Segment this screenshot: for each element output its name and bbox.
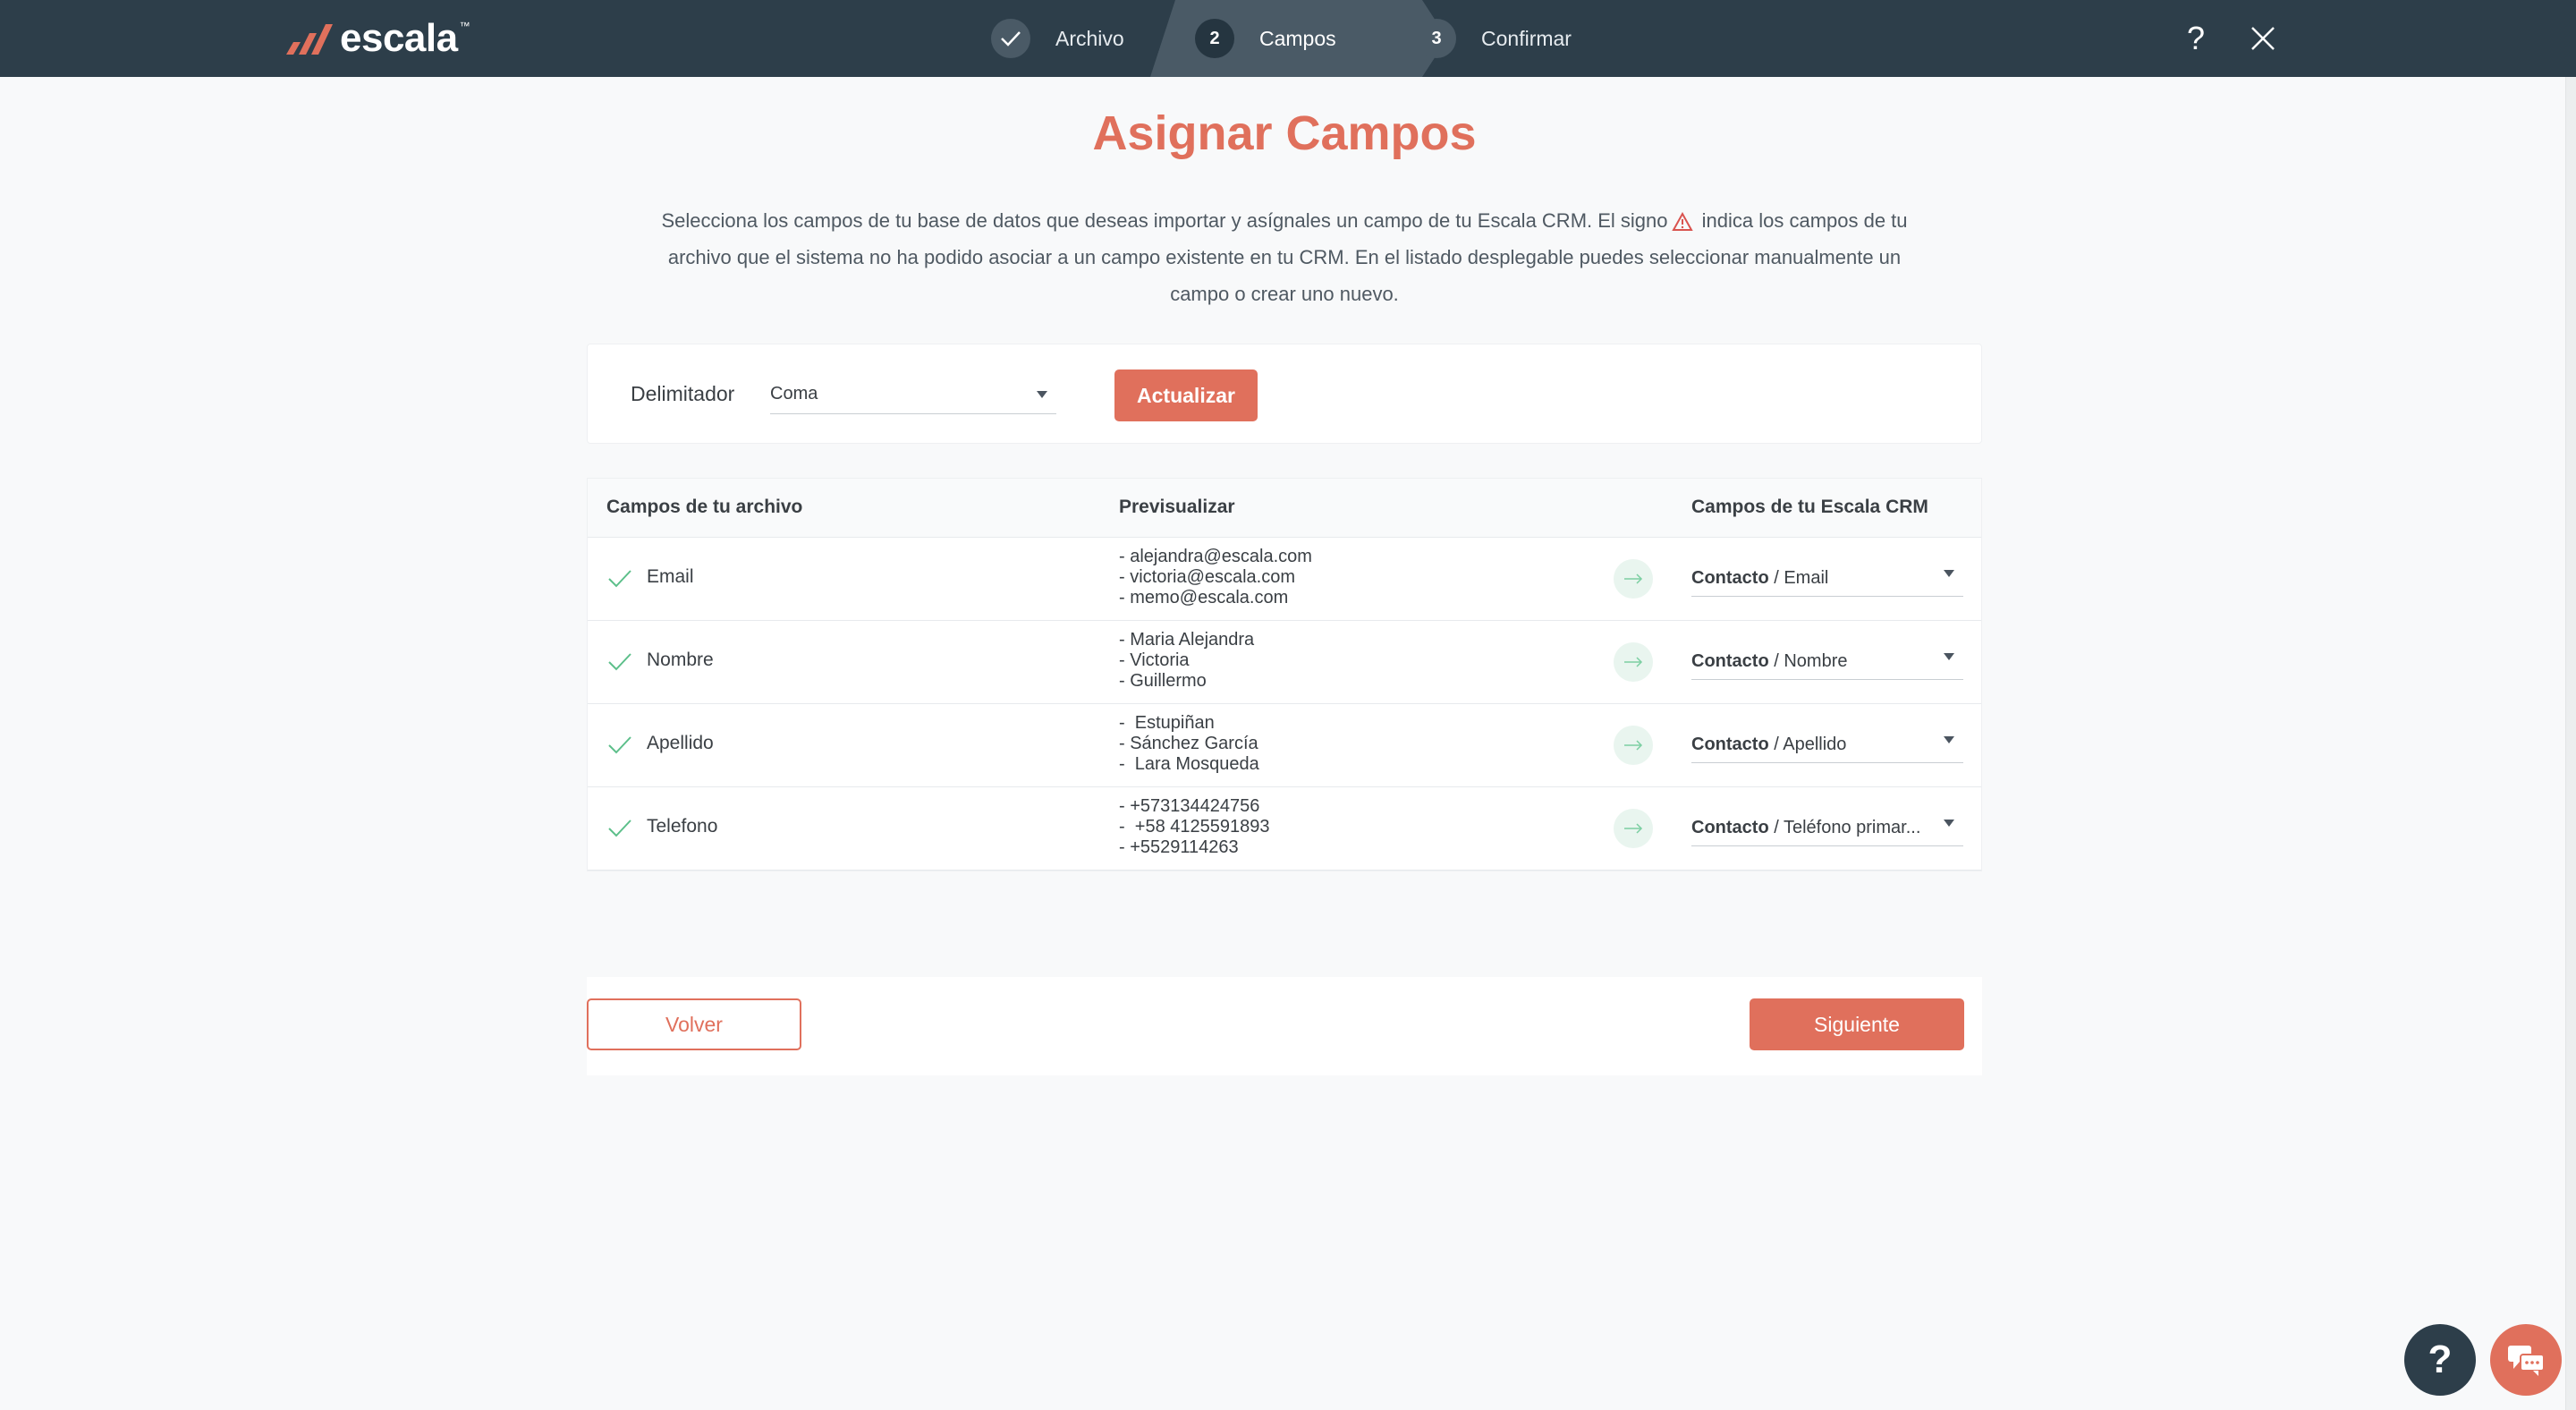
step-number: 3	[1417, 19, 1456, 58]
preview-value: - +5529114263	[1119, 837, 1239, 857]
description-text: Selecciona los campos de tu base de dato…	[661, 209, 1668, 232]
check-icon	[991, 19, 1030, 58]
crm-field: / Teléfono primar...	[1768, 818, 1921, 837]
logo-mark-icon	[286, 24, 333, 55]
crm-field-select[interactable]: Contacto / Nombre	[1691, 642, 1963, 680]
close-icon	[2251, 27, 2275, 50]
chevron-down-icon	[1944, 736, 1954, 743]
close-button[interactable]	[2241, 16, 2285, 61]
preview-value: - +58 4125591893	[1119, 817, 1270, 837]
step-confirmar[interactable]: 3 Confirmar	[1417, 0, 1572, 77]
chevron-down-icon	[1037, 391, 1047, 398]
crm-entity: Contacto	[1691, 651, 1769, 671]
preview-value: - victoria@escala.com	[1119, 567, 1296, 587]
chat-icon	[2508, 1346, 2545, 1376]
file-field-name: Nombre	[647, 650, 714, 670]
file-field-name: Telefono	[647, 816, 718, 837]
preview-value: - alejandra@escala.com	[1119, 547, 1312, 566]
arrow-right-icon	[1614, 809, 1653, 848]
check-icon	[608, 736, 631, 754]
crm-entity: Contacto	[1691, 568, 1769, 588]
delimiter-value: Coma	[770, 384, 818, 403]
warning-icon	[1671, 212, 1693, 232]
check-icon	[608, 653, 631, 671]
step-label: Campos	[1259, 26, 1336, 50]
delimiter-select[interactable]: Coma	[770, 377, 1056, 414]
crm-field: / Nombre	[1768, 651, 1848, 671]
chat-button[interactable]	[2490, 1324, 2562, 1396]
top-bar: escala ™ Archivo 2 Campos 3 Confirmar ?	[0, 0, 2576, 77]
delimiter-card: Delimitador Coma Actualizar	[587, 344, 1982, 444]
crm-entity: Contacto	[1691, 735, 1769, 754]
preview-values: - alejandra@escala.com - victoria@escala…	[1119, 547, 1312, 608]
import-stepper: Archivo 2 Campos 3 Confirmar	[966, 0, 1610, 77]
next-button[interactable]: Siguiente	[1750, 998, 1964, 1050]
preview-value: - Lara Mosqueda	[1119, 754, 1259, 774]
logo-trademark: ™	[459, 20, 470, 32]
crm-field-select[interactable]: Contacto / Teléfono primar...	[1691, 809, 1963, 846]
step-label: Archivo	[1055, 26, 1124, 50]
chevron-down-icon	[1944, 570, 1954, 577]
preview-value: - +573134424756	[1119, 796, 1260, 816]
preview-value: - Victoria	[1119, 650, 1190, 670]
file-field-name: Email	[647, 566, 694, 587]
preview-value: - Guillermo	[1119, 671, 1207, 691]
delimiter-label: Delimitador	[631, 382, 735, 405]
preview-value: - Maria Alejandra	[1119, 630, 1255, 650]
column-header-preview: Previsualizar	[1119, 497, 1235, 517]
check-icon	[608, 820, 631, 837]
table-row: Telefono - +573134424756 - +58 412559189…	[588, 787, 1981, 871]
preview-value: - Estupiñan	[1119, 713, 1215, 733]
page-title: Asignar Campos	[1092, 106, 1477, 160]
update-button[interactable]: Actualizar	[1114, 369, 1258, 421]
floating-help-button[interactable]: ?	[2404, 1324, 2476, 1396]
column-header-crm-fields: Campos de tu Escala CRM	[1691, 497, 1928, 517]
logo-text: escala	[340, 16, 458, 60]
preview-values: - +573134424756 - +58 4125591893 - +5529…	[1119, 796, 1270, 858]
step-campos[interactable]: 2 Campos	[1195, 0, 1336, 77]
wizard-footer: Volver Siguiente	[587, 977, 1982, 1075]
table-row: Email - alejandra@escala.com - victoria@…	[588, 538, 1981, 621]
field-mapping-table: Campos de tu archivo Previsualizar Campo…	[587, 478, 1982, 871]
crm-field-select[interactable]: Contacto / Apellido	[1691, 726, 1963, 763]
step-archivo[interactable]: Archivo	[991, 0, 1124, 77]
step-label: Confirmar	[1481, 26, 1572, 50]
page-description: Selecciona los campos de tu base de dato…	[644, 202, 1925, 312]
preview-values: - Maria Alejandra - Victoria - Guillermo	[1119, 630, 1254, 692]
chevron-down-icon	[1944, 653, 1954, 660]
help-button[interactable]: ?	[2174, 16, 2218, 61]
table-header: Campos de tu archivo Previsualizar Campo…	[588, 479, 1981, 538]
back-button[interactable]: Volver	[587, 998, 801, 1050]
arrow-right-icon	[1614, 726, 1653, 765]
crm-field-select[interactable]: Contacto / Email	[1691, 559, 1963, 597]
chevron-down-icon	[1944, 820, 1954, 827]
table-row: Nombre - Maria Alejandra - Victoria - Gu…	[588, 621, 1981, 704]
arrow-right-icon	[1614, 559, 1653, 599]
crm-field: / Email	[1768, 568, 1829, 588]
column-header-file-fields: Campos de tu archivo	[606, 497, 803, 517]
crm-entity: Contacto	[1691, 818, 1769, 837]
table-row: Apellido - Estupiñan - Sánchez García - …	[588, 704, 1981, 787]
preview-value: - memo@escala.com	[1119, 588, 1289, 607]
step-number: 2	[1195, 19, 1234, 58]
escala-logo[interactable]: escala ™	[284, 16, 470, 60]
crm-field: / Apellido	[1768, 735, 1847, 754]
check-icon	[608, 570, 631, 588]
arrow-right-icon	[1614, 642, 1653, 682]
file-field-name: Apellido	[647, 733, 714, 753]
preview-value: - Sánchez García	[1119, 734, 1258, 753]
page-scrollbar[interactable]	[2565, 77, 2576, 1410]
preview-values: - Estupiñan - Sánchez García - Lara Mosq…	[1119, 713, 1259, 775]
